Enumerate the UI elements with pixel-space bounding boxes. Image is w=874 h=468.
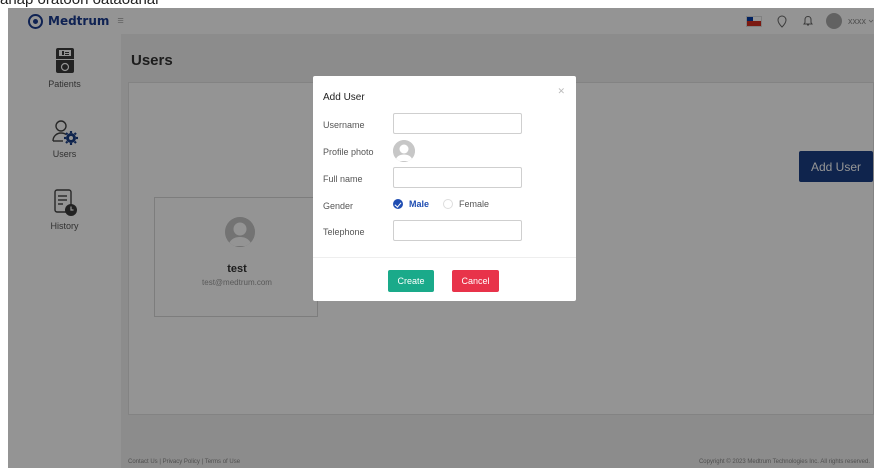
modal-divider xyxy=(313,257,576,258)
cancel-button[interactable]: Cancel xyxy=(452,270,499,292)
modal-title: Add User xyxy=(323,92,365,103)
app-root: anap oratoon oataoanar Medtrum ≡ xxxx xyxy=(0,0,874,468)
full-name-input[interactable] xyxy=(393,167,522,188)
radio-checked-icon xyxy=(393,199,403,209)
profile-photo-upload[interactable] xyxy=(393,140,415,162)
telephone-input[interactable] xyxy=(393,220,522,241)
profile-photo-label: Profile photo xyxy=(323,147,374,157)
gender-male-radio[interactable]: Male xyxy=(393,199,429,209)
close-icon[interactable]: ✕ xyxy=(557,86,565,97)
username-input[interactable] xyxy=(393,113,522,134)
add-user-modal: Add User ✕ Username Profile photo Full n… xyxy=(313,76,576,301)
gender-female-label: Female xyxy=(459,199,490,209)
avatar-placeholder-icon xyxy=(393,140,415,162)
gender-label: Gender xyxy=(323,201,354,211)
radio-unchecked-icon xyxy=(443,199,453,209)
full-name-label: Full name xyxy=(323,174,363,184)
gender-male-label: Male xyxy=(409,199,430,209)
telephone-label: Telephone xyxy=(323,227,365,237)
username-label: Username xyxy=(323,120,365,130)
top-cropped-text: anap oratoon oataoanar xyxy=(0,0,160,8)
gender-female-radio[interactable]: Female xyxy=(443,199,489,209)
create-button[interactable]: Create xyxy=(388,270,434,292)
